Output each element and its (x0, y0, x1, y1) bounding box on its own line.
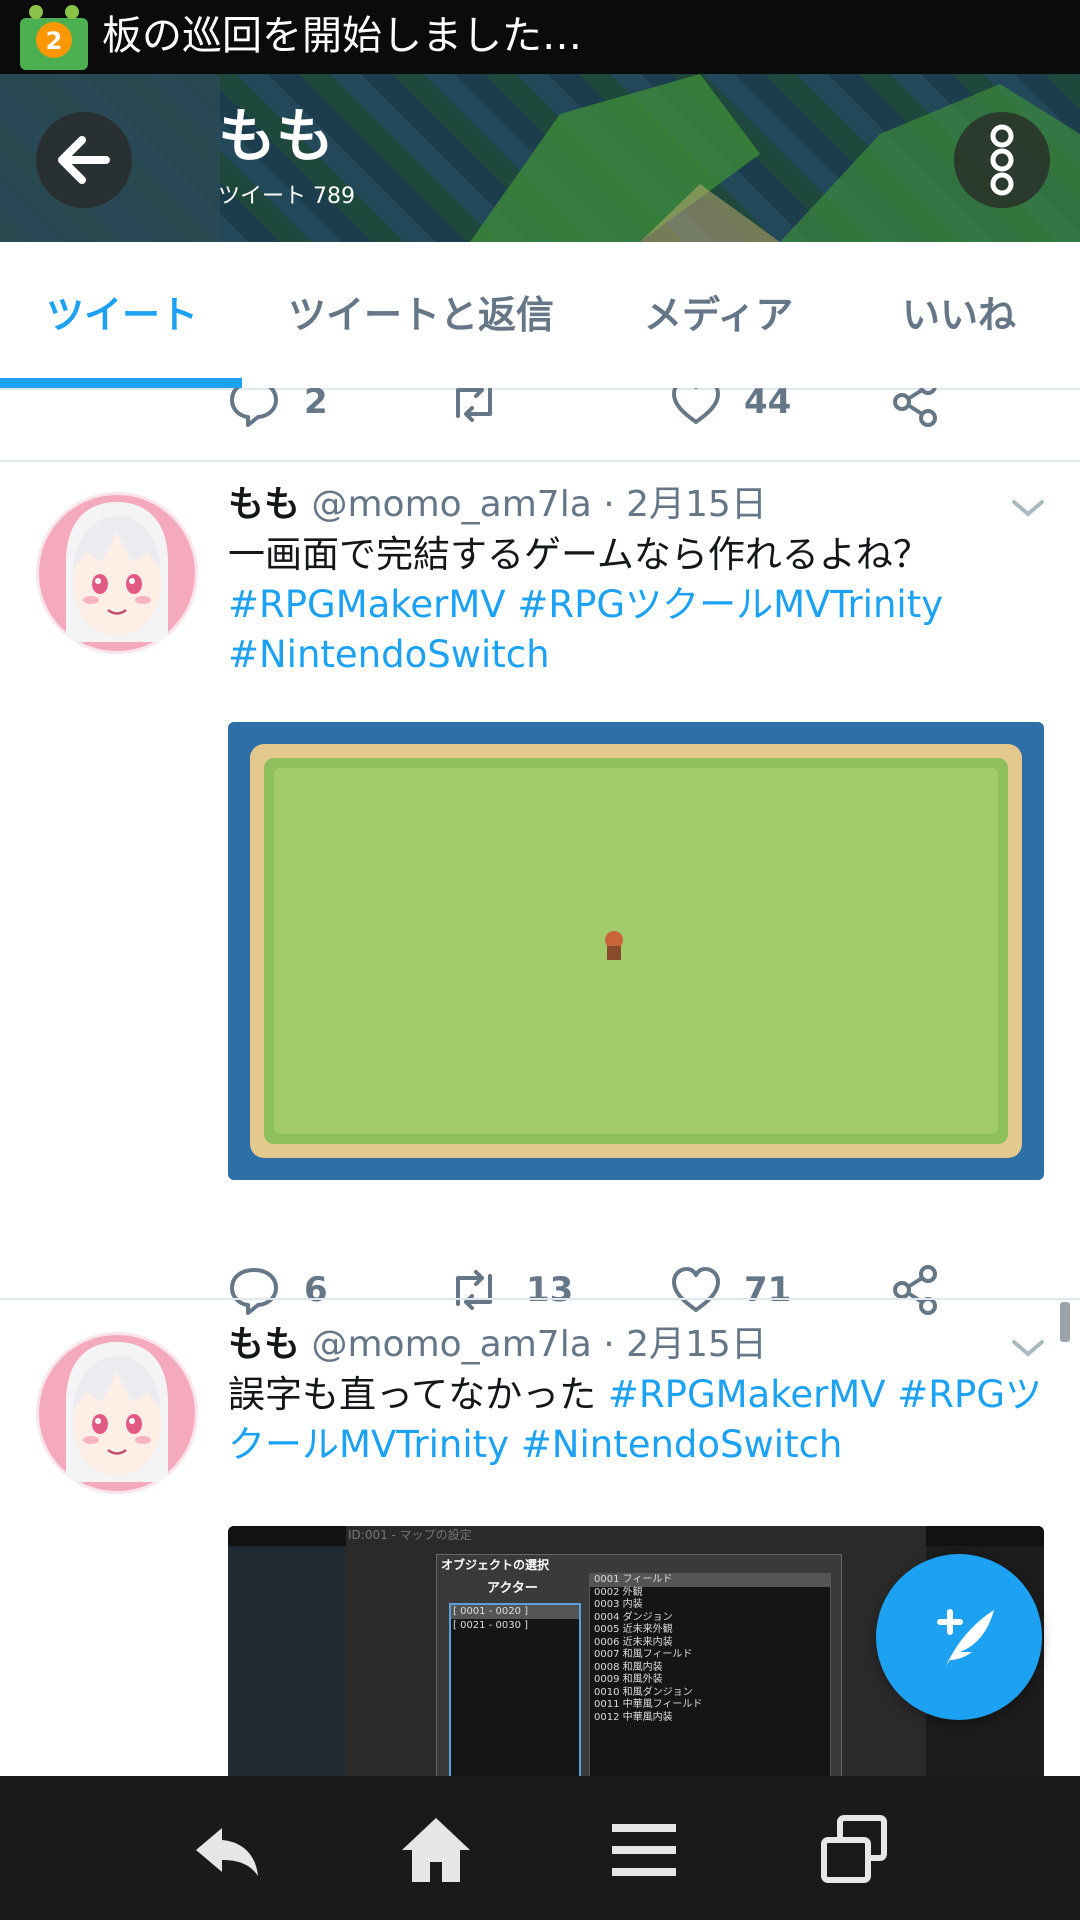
more-vertical-icon (990, 124, 1014, 196)
avatar[interactable] (36, 492, 198, 654)
tweet-header: もも @momo_am7la · 2月15日 (228, 480, 767, 530)
dialog-title: オブジェクトの選択 (441, 1558, 550, 1572)
like-count: 44 (744, 388, 792, 422)
reply-icon[interactable] (226, 388, 282, 430)
map-row: 0012 中華風内装 (594, 1711, 673, 1723)
retweet-icon[interactable] (446, 388, 502, 430)
tab-tweets-and-replies[interactable]: ツイートと返信 (288, 290, 554, 340)
app-notification-icon: 2 (20, 5, 88, 70)
menu-icon[interactable] (604, 1810, 684, 1890)
avatar[interactable] (36, 1332, 198, 1494)
tweet-body: 誤字も直ってなかった (228, 1373, 597, 1416)
object-select-dialog: オブジェクトの選択 アクター [ 0001 - 0020 ] [ 0021 - … (436, 1554, 842, 1776)
meta-separator: · (591, 484, 627, 525)
more-options-button[interactable] (954, 112, 1050, 208)
android-back-icon[interactable] (186, 1810, 266, 1890)
author-name[interactable]: もも (228, 1324, 300, 1365)
meta-separator: · (591, 1324, 627, 1365)
tweet-date[interactable]: 2月15日 (626, 1324, 767, 1365)
map-row: 0006 近未来内装 (594, 1636, 673, 1648)
tweet-image[interactable] (228, 722, 1044, 1180)
profile-tabs: ツイート ツイートと返信 メディア いいね (0, 242, 1080, 390)
author-name[interactable]: もも (228, 484, 300, 525)
map-row: 0004 ダンジョン (594, 1611, 673, 1623)
header-banner (0, 74, 1080, 242)
tweet-date[interactable]: 2月15日 (626, 484, 767, 525)
reply-count: 2 (304, 388, 328, 422)
back-button[interactable] (36, 112, 132, 208)
tweet-text: 一画面で完結するゲームなら作れるよね？ #RPGMakerMV #RPGツクール… (228, 530, 1048, 680)
compose-tweet-button[interactable] (876, 1554, 1042, 1720)
tweet-actions: 2 44 (0, 388, 1080, 434)
tab-likes[interactable]: いいね (902, 290, 1016, 340)
author-handle[interactable]: @momo_am7la (311, 484, 591, 525)
tweet-body: 一画面で完結するゲームなら作れるよね？ (228, 533, 930, 576)
share-icon[interactable] (888, 388, 944, 430)
heart-icon[interactable] (668, 388, 724, 430)
background-window-title: ID:001 - マップの設定 (348, 1528, 472, 1542)
active-tab-indicator (0, 378, 242, 388)
actor-row: [ 0021 - 0030 ] (453, 1620, 529, 1631)
map-list: 0001 フィールド 0002 外観 0003 内装 0004 ダンジョン 00… (589, 1573, 831, 1776)
scrollbar[interactable] (1060, 1302, 1070, 1342)
map-row: 0010 和風ダンジョン (594, 1686, 693, 1698)
map-row: 0001 フィールド (590, 1574, 830, 1587)
notification-text: 板の巡回を開始しました… (102, 13, 582, 59)
tweet-item[interactable]: もも @momo_am7la · 2月15日 一画面で完結するゲームなら作れるよ… (0, 462, 1080, 1315)
tab-tweets[interactable]: ツイート (46, 290, 198, 340)
status-bar: 2 板の巡回を開始しました… (0, 0, 1080, 74)
actor-column-label: アクター (487, 1581, 538, 1596)
recent-apps-icon[interactable] (814, 1810, 894, 1890)
map-row: 0009 和風外装 (594, 1674, 663, 1685)
map-row: 0003 内装 (594, 1599, 643, 1610)
tweet-text: 誤字も直ってなかった #RPGMakerMV #RPGツクールMVTrinity… (228, 1370, 1048, 1470)
tweet-count: ツイート 789 (218, 184, 355, 209)
map-row: 0011 中華風フィールド (594, 1699, 703, 1710)
tab-media[interactable]: メディア (644, 290, 793, 340)
svg-text:2: 2 (46, 27, 63, 55)
chevron-down-icon[interactable] (1010, 496, 1046, 520)
tweet-header: もも @momo_am7la · 2月15日 (228, 1320, 767, 1370)
profile-header: もも ツイート 789 (0, 74, 1080, 242)
chevron-down-icon[interactable] (1010, 1336, 1046, 1360)
hashtag-link[interactable]: #NintendoSwitch (228, 633, 550, 676)
hashtag-link[interactable]: #RPGツクールMVTrinity (517, 583, 943, 626)
home-icon[interactable] (396, 1810, 476, 1890)
hashtag-link[interactable]: #RPGMakerMV (228, 583, 506, 626)
profile-name: もも (218, 102, 335, 170)
map-row: 0002 外観 (594, 1586, 643, 1598)
actor-list: [ 0001 - 0020 ] [ 0021 - 0030 ] (449, 1603, 581, 1776)
arrow-left-icon (58, 136, 110, 184)
map-row: 0007 和風フィールド (594, 1649, 693, 1660)
system-navigation-bar (0, 1776, 1080, 1920)
map-row: 0005 近未来外観 (594, 1624, 673, 1635)
hashtag-link[interactable]: #NintendoSwitch (521, 1423, 843, 1466)
hashtag-link[interactable]: #RPGMakerMV (608, 1373, 886, 1416)
map-row: 0008 和風内装 (594, 1661, 663, 1673)
compose-tweet-icon (937, 1609, 994, 1666)
actor-row: [ 0001 - 0020 ] (451, 1605, 579, 1619)
author-handle[interactable]: @momo_am7la (311, 1324, 591, 1365)
